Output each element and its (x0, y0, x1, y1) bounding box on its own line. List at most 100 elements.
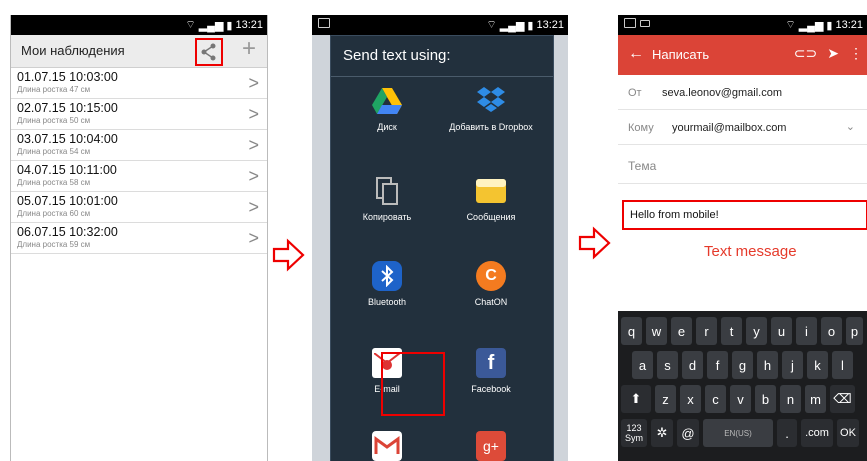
app-gmail[interactable] (337, 431, 437, 461)
app-chaton[interactable]: C ChatON (441, 261, 541, 307)
battery-icon: ▮ (226, 19, 233, 32)
dotcom-key[interactable]: .com (801, 419, 833, 447)
from-value: seva.leonov@gmail.com (662, 87, 782, 99)
app-drive[interactable]: Диск (337, 86, 437, 132)
chevron-down-icon[interactable]: ⌄ (846, 120, 855, 133)
app-label: Копировать (362, 212, 412, 222)
attach-icon[interactable]: ⊂⊃ (794, 45, 817, 62)
shift-key[interactable]: ⬆ (621, 385, 651, 413)
dialog-title: Send text using: (331, 36, 553, 77)
key[interactable]: h (757, 351, 778, 379)
key[interactable]: o (821, 317, 842, 345)
item-date: 03.07.15 10:04:00 (17, 132, 118, 146)
flow-arrow-icon (578, 226, 611, 260)
key[interactable]: j (782, 351, 803, 379)
clock: 13:21 (835, 19, 863, 31)
share-icon (201, 43, 216, 61)
key[interactable]: u (771, 317, 792, 345)
status-bar: ⌔ ▂▄▆ ▮ 13:21 (618, 15, 867, 35)
chevron-right-icon: > (248, 228, 259, 248)
at-key[interactable]: @ (677, 419, 699, 447)
app-messages[interactable]: Сообщения (441, 176, 541, 222)
list-item[interactable]: 02.07.15 10:15:00 Длина ростка 50 см > (11, 99, 267, 130)
app-facebook[interactable]: f Facebook (441, 348, 541, 394)
list-item[interactable]: 05.07.15 10:01:00 Длина ростка 60 см > (11, 192, 267, 223)
from-field[interactable]: От seva.leonov@gmail.com (618, 75, 867, 110)
message-text: Hello from mobile! (630, 209, 719, 221)
key[interactable]: k (807, 351, 828, 379)
item-subtitle: Длина ростка 60 см (17, 209, 91, 218)
key[interactable]: i (796, 317, 817, 345)
share-button[interactable] (195, 38, 223, 66)
key[interactable]: t (721, 317, 742, 345)
status-icons: ⌔ ▂▄▆ ▮ 13:21 (486, 18, 564, 32)
app-googleplus[interactable]: g+ (441, 431, 541, 461)
app-dropbox[interactable]: Добавить в Dropbox (441, 86, 541, 132)
message-body[interactable]: Hello from mobile! (622, 200, 867, 230)
chevron-right-icon: > (248, 104, 259, 124)
app-copy[interactable]: Копировать (337, 176, 437, 222)
app-bluetooth[interactable]: Bluetooth (337, 261, 437, 307)
item-date: 02.07.15 10:15:00 (17, 101, 118, 115)
key[interactable]: v (730, 385, 751, 413)
list-item[interactable]: 01.07.15 10:03:00 Длина ростка 47 см > (11, 68, 267, 99)
key[interactable]: m (805, 385, 826, 413)
key[interactable]: y (746, 317, 767, 345)
status-icons: ⌔ ▂▄▆ ▮ 13:21 (785, 18, 863, 32)
key[interactable]: f (707, 351, 728, 379)
key[interactable]: e (671, 317, 692, 345)
messages-icon (476, 176, 506, 206)
clock: 13:21 (536, 19, 564, 31)
add-button[interactable]: + (237, 37, 261, 63)
key[interactable]: d (682, 351, 703, 379)
signal-icon: ▂▄▆ (798, 19, 824, 32)
key[interactable]: n (780, 385, 801, 413)
key[interactable]: q (621, 317, 642, 345)
app-header: Мои наблюдения + (11, 35, 267, 68)
key[interactable]: z (655, 385, 676, 413)
dropbox-icon (476, 86, 506, 116)
dot-key[interactable]: . (777, 419, 797, 447)
item-date: 05.07.15 10:01:00 (17, 194, 118, 208)
googleplus-icon: g+ (476, 431, 506, 461)
send-icon[interactable]: ➤ (827, 45, 839, 62)
chevron-right-icon: > (248, 166, 259, 186)
item-date: 01.07.15 10:03:00 (17, 70, 118, 84)
key[interactable]: b (755, 385, 776, 413)
chaton-icon: C (476, 261, 506, 291)
battery-icon: ▮ (527, 19, 534, 32)
key[interactable]: w (646, 317, 667, 345)
compose-appbar: ← Написать ⊂⊃ ➤ ⋮ (618, 35, 867, 75)
list-item[interactable]: 06.07.15 10:32:00 Длина ростка 59 см > (11, 223, 267, 254)
back-arrow-icon[interactable]: ← (628, 45, 644, 63)
key[interactable]: c (705, 385, 726, 413)
ok-key[interactable]: OK (837, 419, 859, 447)
share-dialog: Send text using: Диск Добавить в Dropbox… (330, 35, 554, 461)
to-field[interactable]: Кому yourmail@mailbox.com ⌄ (618, 110, 867, 145)
backspace-key[interactable]: ⌫ (830, 385, 855, 413)
screen-observations: ⌔ ▂▄▆ ▮ 13:21 Мои наблюдения + 01.07.15 … (10, 15, 268, 461)
gmail-icon (372, 431, 402, 461)
key[interactable]: l (832, 351, 853, 379)
item-date: 06.07.15 10:32:00 (17, 225, 118, 239)
list-item[interactable]: 04.07.15 10:11:00 Длина ростка 58 см > (11, 161, 267, 192)
key[interactable]: x (680, 385, 701, 413)
key[interactable]: g (732, 351, 753, 379)
facebook-icon: f (476, 348, 506, 378)
key[interactable]: p (846, 317, 863, 345)
to-label: Кому (628, 122, 654, 134)
battery-icon: ▮ (826, 19, 833, 32)
more-icon[interactable]: ⋮ (849, 45, 863, 62)
space-key[interactable]: EN(US) (703, 419, 773, 447)
key[interactable]: s (657, 351, 678, 379)
list-item[interactable]: 03.07.15 10:04:00 Длина ростка 54 см > (11, 130, 267, 161)
annotation-caption: Text message (704, 243, 797, 260)
settings-key[interactable]: ✲ (651, 419, 673, 447)
item-subtitle: Длина ростка 47 см (17, 85, 91, 94)
subject-field[interactable]: Тема (618, 145, 867, 184)
keyboard: q w e r t y u i o p a s d f g h j k l ⬆ … (618, 311, 867, 461)
key[interactable]: r (696, 317, 717, 345)
subject-placeholder: Тема (628, 159, 657, 173)
symbols-key[interactable]: 123 Sym (621, 419, 647, 447)
key[interactable]: a (632, 351, 653, 379)
